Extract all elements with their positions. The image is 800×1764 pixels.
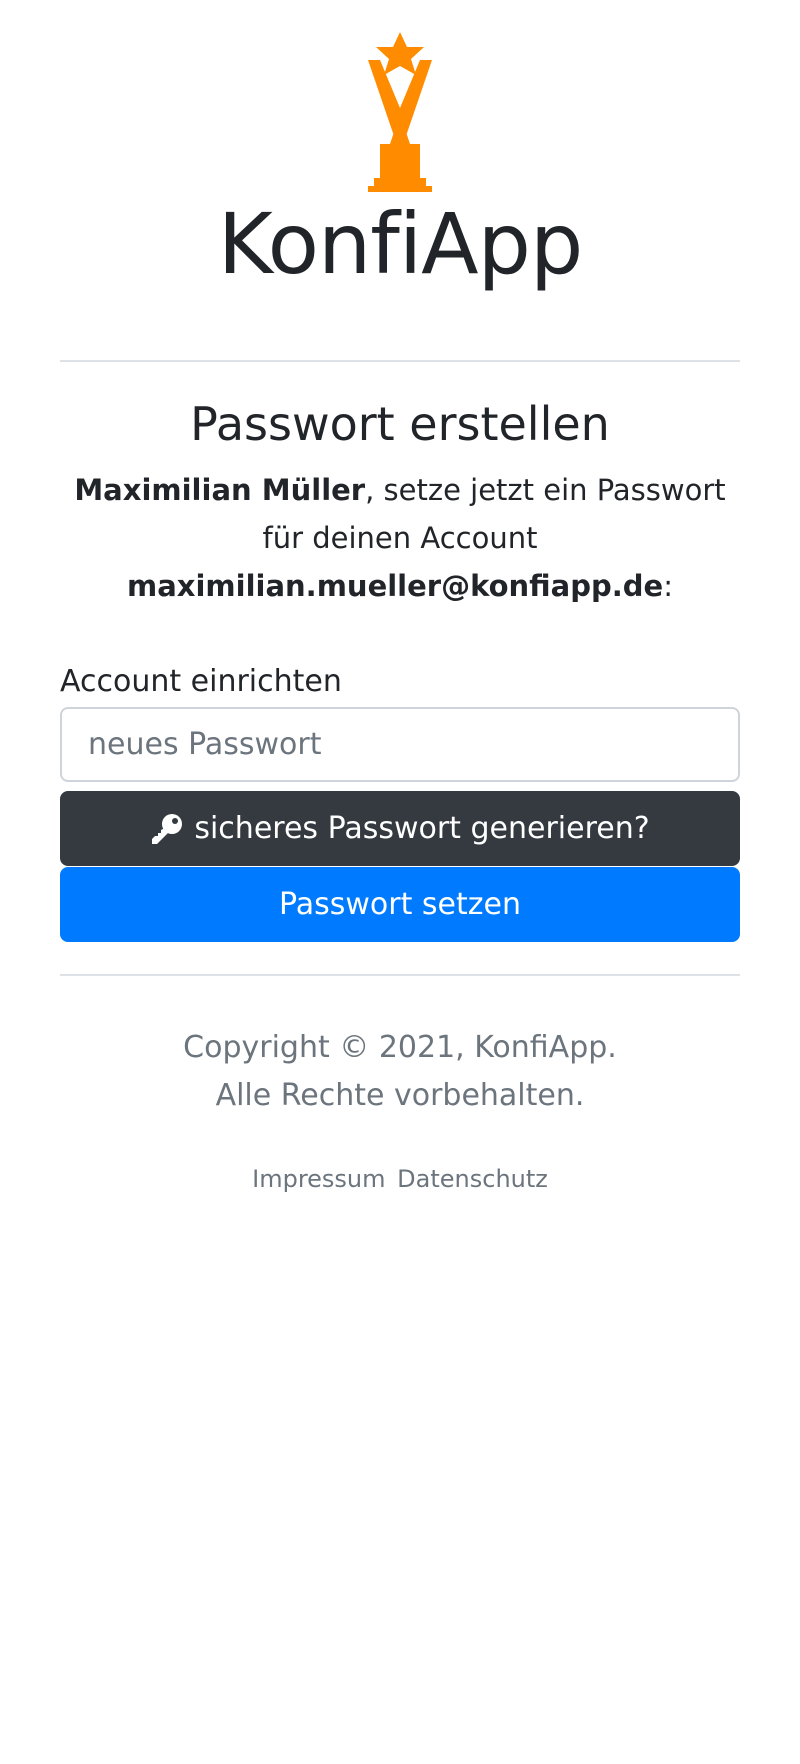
set-password-label: Passwort setzen	[279, 887, 521, 922]
copyright-text: Copyright © 2021, KonfiApp. Alle Rechte …	[0, 1024, 800, 1120]
bottom-divider	[60, 974, 740, 976]
copyright-line-1: Copyright © 2021, KonfiApp.	[183, 1030, 617, 1065]
user-name: Maximilian Müller	[74, 473, 366, 507]
key-icon	[152, 813, 183, 844]
top-divider	[60, 360, 740, 362]
set-password-button[interactable]: Passwort setzen	[60, 867, 740, 942]
trophy-logo-icon	[368, 32, 432, 192]
user-email: maximilian.mueller@konfiapp.de	[127, 569, 664, 603]
intro-text: Maximilian Müller, setze jetzt ein Passw…	[60, 466, 740, 610]
page-title: Passwort erstellen	[190, 397, 610, 451]
datenschutz-link[interactable]: Datenschutz	[397, 1165, 548, 1193]
account-setup-label: Account einrichten	[60, 664, 342, 699]
copyright-line-2: Alle Rechte vorbehalten.	[215, 1078, 585, 1113]
page: KonfiApp Passwort erstellen Maximilian M…	[0, 0, 800, 1764]
intro-text-part-2: :	[663, 569, 673, 603]
app-title: KonfiApp	[217, 195, 584, 293]
impressum-link[interactable]: Impressum	[252, 1165, 385, 1193]
generate-password-button[interactable]: sicheres Passwort generieren?	[60, 791, 740, 866]
new-password-input[interactable]	[60, 707, 740, 782]
generate-password-label: sicheres Passwort generieren?	[194, 811, 650, 846]
footer-links: Impressum Datenschutz	[0, 1162, 800, 1196]
